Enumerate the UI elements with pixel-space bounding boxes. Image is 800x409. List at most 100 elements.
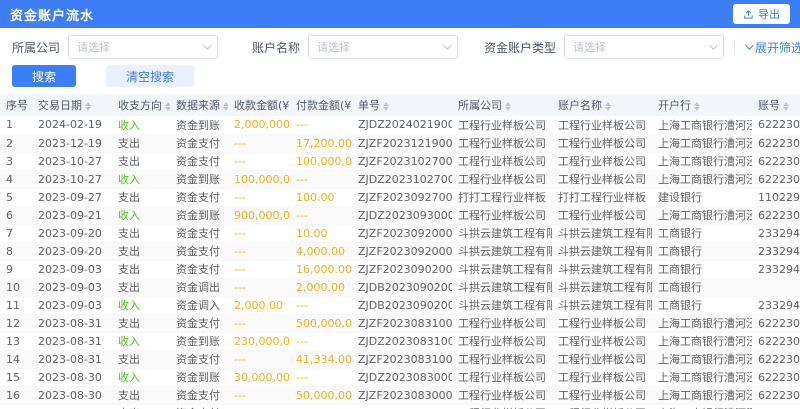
cell-account_name: 工程行业样板公司 <box>552 170 652 188</box>
table-row: 12024-02-19收入资金到账2,000,000.00---ZJDZ2024… <box>0 116 800 134</box>
cell-account_no: 62223011 <box>752 134 800 152</box>
cell-account_no: 23329499 <box>752 242 800 260</box>
sort-icon[interactable] <box>85 102 91 111</box>
cell-account_name: 工程行业样板公司 <box>552 116 652 134</box>
column-header-company[interactable]: 所属公司 <box>452 94 552 116</box>
account-type-select-placeholder: 请选择 <box>573 39 606 55</box>
cell-direction: 支出 <box>112 350 170 368</box>
column-header-receipt[interactable]: 收款金额(¥) <box>228 94 290 116</box>
table-row: 82023-09-20支出资金支付---4,000.00ZJZF20230920… <box>0 242 800 260</box>
column-header-payment[interactable]: 付款金额(¥) <box>290 94 352 116</box>
sort-icon[interactable] <box>383 102 389 111</box>
cell-direction: 支出 <box>112 404 170 409</box>
account-type-select[interactable]: 请选择 <box>564 35 724 59</box>
cell-company: 工程行业样板公司 <box>452 134 552 152</box>
cell-payment: 17,200.00 <box>290 134 352 152</box>
column-label: 开户行 <box>658 99 691 112</box>
cell-source: 资金到账 <box>170 206 228 224</box>
expand-filters-link[interactable]: 展开筛选 <box>745 39 800 56</box>
column-header-source[interactable]: 数据来源 <box>170 94 228 116</box>
cell-company: 打打工程行业样板 <box>452 188 552 206</box>
table-header-row: 序号交易日期 收支方向数据来源收款金额(¥) 付款金额(¥)单号所属公司账户名称开户… <box>0 94 800 116</box>
account-name-select-placeholder: 请选择 <box>317 39 350 55</box>
cell-date: 2023-08-31 <box>32 332 112 350</box>
filter-label-company: 所属公司 <box>12 39 60 56</box>
account-name-select[interactable]: 请选择 <box>308 35 458 59</box>
column-header-account_no[interactable]: 账号 <box>752 94 800 116</box>
cell-account_no: 62223011 <box>752 332 800 350</box>
table-row: 32023-10-27支出资金支付---100,000,000.00ZJZF20… <box>0 152 800 170</box>
cell-source: 资金调出 <box>170 278 228 296</box>
cell-no: 11 <box>0 296 32 314</box>
cell-direction: 支出 <box>112 278 170 296</box>
sort-icon[interactable] <box>165 102 170 111</box>
sort-icon[interactable] <box>783 102 789 111</box>
cell-bank: 上海工商银行漕河泾支行 <box>652 314 752 332</box>
column-label: 数据来源 <box>176 99 220 112</box>
cell-direction: 收入 <box>112 296 170 314</box>
cell-date: 2023-09-03 <box>32 260 112 278</box>
column-label: 付款金额(¥) <box>296 99 352 112</box>
cell-no: 17 <box>0 404 32 409</box>
sort-icon[interactable] <box>505 102 511 111</box>
table-row: 112023-09-03收入资金调入2,000.00---ZJDB2023090… <box>0 296 800 314</box>
sort-icon[interactable] <box>605 102 611 111</box>
cell-receipt: 230,000,000.00 <box>228 332 290 350</box>
cell-no: 7 <box>0 224 32 242</box>
cell-source: 资金到账 <box>170 332 228 350</box>
cell-account_name: 斗拱云建筑工程有限公司 <box>552 242 652 260</box>
cell-no: 14 <box>0 350 32 368</box>
cell-bank: 上海工商银行漕河泾支行 <box>652 170 752 188</box>
cell-account_name: 斗拱云建筑工程有限公司 <box>552 278 652 296</box>
filter-label-account-name: 账户名称 <box>252 39 300 56</box>
export-button[interactable]: 导出 <box>733 4 790 24</box>
transactions-table-wrap: 序号交易日期 收支方向数据来源收款金额(¥) 付款金额(¥)单号所属公司账户名称开户… <box>0 94 800 409</box>
cell-company: 工程行业样板公司 <box>452 116 552 134</box>
column-header-date[interactable]: 交易日期 <box>32 94 112 116</box>
table-row: 52023-09-27支出资金支付---100.00ZJZF2023092700… <box>0 188 800 206</box>
cell-source: 资金支付 <box>170 188 228 206</box>
table-row: 142023-08-31支出资金支付---41,334.00ZJZF202308… <box>0 350 800 368</box>
cell-no: 16 <box>0 386 32 404</box>
cell-date: 2024-02-19 <box>32 116 112 134</box>
cell-no: 5 <box>0 188 32 206</box>
cell-direction: 支出 <box>112 260 170 278</box>
cell-account_no <box>752 278 800 296</box>
column-header-order_no[interactable]: 单号 <box>352 94 452 116</box>
cell-date: 2023-08-30 <box>32 368 112 386</box>
cell-source: 资金支付 <box>170 134 228 152</box>
cell-receipt: --- <box>228 350 290 368</box>
column-label: 交易日期 <box>38 99 82 112</box>
cell-account_name: 工程行业样板公司 <box>552 206 652 224</box>
cell-direction: 收入 <box>112 116 170 134</box>
clear-search-button[interactable]: 清空搜索 <box>106 65 194 87</box>
cell-receipt: --- <box>228 134 290 152</box>
cell-payment: 4,000.00 <box>290 242 352 260</box>
cell-date: 2023-09-03 <box>32 278 112 296</box>
company-select[interactable]: 请选择 <box>68 35 218 59</box>
cell-direction: 支出 <box>112 224 170 242</box>
cell-account_name: 工程行业样板公司 <box>552 314 652 332</box>
cell-account_no: 62223011 <box>752 314 800 332</box>
column-label: 序号 <box>6 99 28 112</box>
company-select-placeholder: 请选择 <box>77 39 110 55</box>
sort-icon[interactable] <box>694 102 700 111</box>
cell-payment: 2,000.00 <box>290 278 352 296</box>
cell-account_no: 62223011 <box>752 116 800 134</box>
column-header-account_name[interactable]: 账户名称 <box>552 94 652 116</box>
cell-payment: 3,300.00 <box>290 404 352 409</box>
chevron-down-icon <box>203 41 211 49</box>
cell-order_no: ZJDZ20230831001 <box>352 332 452 350</box>
cell-direction: 支出 <box>112 242 170 260</box>
search-button[interactable]: 搜索 <box>12 65 76 87</box>
table-row: 162023-08-30支出资金支付---50,000,000.00ZJZF20… <box>0 386 800 404</box>
cell-order_no: ZJDB20230902001 <box>352 278 452 296</box>
sort-icon[interactable] <box>223 102 228 111</box>
cell-date: 2023-09-20 <box>32 224 112 242</box>
column-header-bank[interactable]: 开户行 <box>652 94 752 116</box>
cell-company: 工程行业样板公司 <box>452 152 552 170</box>
cell-order_no: ZJZF20230830001 <box>352 404 452 409</box>
column-header-direction[interactable]: 收支方向 <box>112 94 170 116</box>
cell-order_no: ZJDZ20231027001 <box>352 170 452 188</box>
cell-no: 15 <box>0 368 32 386</box>
